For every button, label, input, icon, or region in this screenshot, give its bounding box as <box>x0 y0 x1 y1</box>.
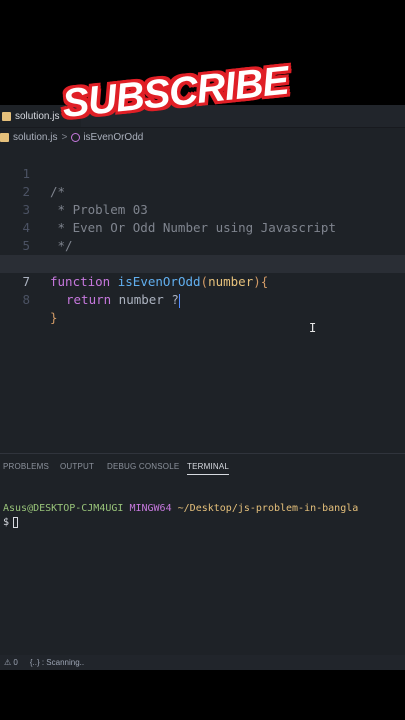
tab-debug-console[interactable]: DEBUG CONSOLE <box>107 462 179 471</box>
code-line[interactable]: 2 * Problem 03 <box>0 165 405 217</box>
line-number: 8 <box>22 292 30 307</box>
warning-icon[interactable]: ⚠ 0 <box>4 658 18 667</box>
tab-problems[interactable]: PROBLEMS <box>3 462 49 471</box>
code-text: return number ? <box>66 291 180 309</box>
terminal-user: Asus@DESKTOP-CJM4UGI <box>3 503 124 514</box>
code-line[interactable]: 8 } <box>0 273 405 325</box>
js-file-icon <box>0 132 9 142</box>
keyword-return: return <box>66 292 112 307</box>
terminal-prompt: $ <box>3 517 10 528</box>
code-line[interactable]: 1 /* <box>0 147 405 199</box>
terminal-output[interactable]: Asus@DESKTOP-CJM4UGI MINGW64 ~/Desktop/j… <box>3 502 358 530</box>
code-line[interactable]: 4 */ <box>0 201 405 253</box>
text-caret <box>178 293 180 308</box>
tab-label: solution.js <box>15 110 60 122</box>
code-line[interactable]: 3 * Even Or Odd Number using Javascript <box>0 183 405 235</box>
bottom-panel: PROBLEMS OUTPUT DEBUG CONSOLE TERMINAL A… <box>0 453 405 656</box>
return-expression: number ? <box>111 292 179 307</box>
breadcrumb-file[interactable]: solution.js <box>13 132 57 143</box>
terminal-path: ~/Desktop/js-problem-in-bangla <box>177 503 359 514</box>
vscode-window: solution.js × solution.js > isEvenOrOdd … <box>0 105 405 670</box>
terminal-env: MINGW64 <box>129 503 172 514</box>
terminal-cursor <box>13 516 19 528</box>
code-text: } <box>50 310 58 325</box>
js-file-icon <box>2 111 11 121</box>
tab-terminal[interactable]: TERMINAL <box>187 462 230 475</box>
code-line[interactable]: 6 function isEvenOrOdd(number){ <box>0 237 405 289</box>
tab-output[interactable]: OUTPUT <box>60 462 94 471</box>
code-line-active[interactable]: 7 return number ? <box>0 255 405 308</box>
code-line[interactable]: 5 <box>0 219 405 253</box>
status-scanning: {..} : Scanning.. <box>29 658 85 667</box>
text-cursor-icon: I <box>309 321 317 335</box>
status-bar: ⚠ 0 {..} : Scanning.. <box>0 655 405 670</box>
code-editor[interactable]: 1 /* 2 * Problem 03 3 * Even Or Odd Numb… <box>0 147 405 447</box>
